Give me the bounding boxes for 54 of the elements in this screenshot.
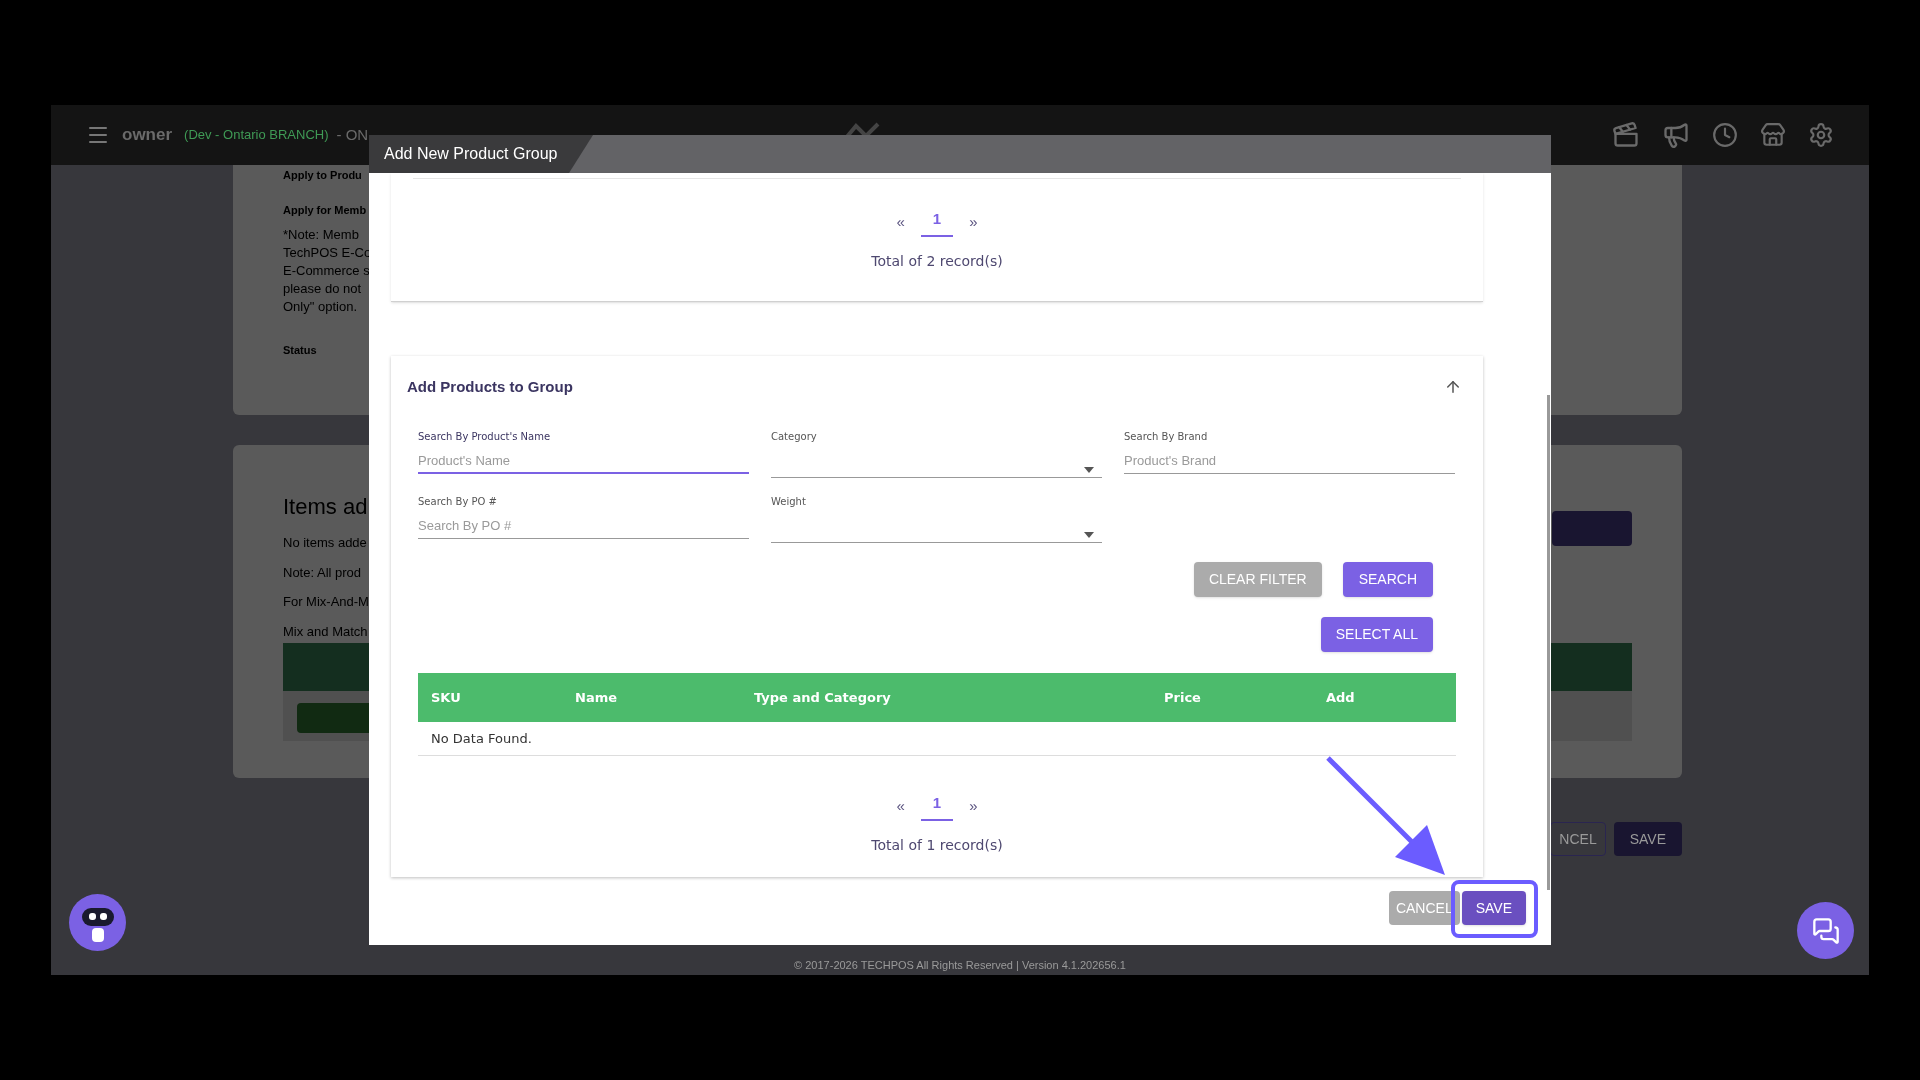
note-text: Only" option. (283, 298, 357, 316)
search-field[interactable]: Product's Name (418, 448, 749, 474)
footer-text: © 2017-2026 TECHPOS All Rights Reserved | Version 4.1.202656.1 (793, 957, 1127, 973)
note-text: E-Commerce s (283, 262, 370, 280)
previous-page-link[interactable]: « (892, 795, 909, 818)
clear-filter-button[interactable]: CLEAR FILTER (1193, 562, 1322, 597)
megaphone-icon[interactable] (1662, 121, 1690, 149)
dropdown-caret-icon (1084, 532, 1094, 538)
note-text: Note: All prod (283, 563, 362, 582)
cancel-button[interactable]: CANCEL (1388, 891, 1460, 925)
column-header: Name (575, 689, 617, 707)
column-header: Price (1164, 689, 1201, 707)
search-field[interactable]: Product's Brand (1124, 448, 1455, 474)
next-page-link[interactable]: » (965, 211, 982, 234)
status-label: - ON (336, 124, 369, 145)
page-number[interactable]: 1 (920, 208, 954, 237)
empty-table-message: No Data Found. (431, 729, 532, 748)
field-label: Category (771, 430, 818, 444)
clock-icon[interactable] (1712, 122, 1738, 148)
column-header: SKU (431, 689, 461, 707)
note-text: No items adde (283, 534, 367, 552)
note-text: Mix and Match (283, 622, 368, 641)
save-button[interactable]: SAVE (1461, 891, 1526, 925)
page-number[interactable]: 1 (920, 792, 954, 821)
note-text: please do not (283, 280, 362, 298)
record-count: Total of 1 record(s) (871, 835, 1003, 855)
user-name: owner (122, 124, 173, 147)
note-text: *Note: Memb (283, 226, 359, 244)
previous-page-link[interactable]: « (892, 211, 909, 234)
dropdown-caret-icon (1084, 467, 1094, 473)
store-icon[interactable] (1760, 122, 1786, 148)
clapperboard-icon[interactable] (1612, 121, 1640, 149)
section-title: Add Products to Group (407, 376, 573, 397)
background-button[interactable]: SAVE (1613, 822, 1682, 856)
section-heading: Items ad (283, 493, 368, 521)
option-label: Apply for Memb (283, 202, 367, 218)
record-count: Total of 2 record(s) (871, 251, 1003, 271)
settings-icon[interactable] (1808, 122, 1834, 148)
option-label: Status (283, 343, 317, 358)
select-all-button[interactable]: SELECT ALL (1320, 617, 1433, 652)
field-label: Weight (771, 495, 807, 509)
note-text: For Mix-And-M (283, 593, 369, 611)
field-label: Search By Product's Name (418, 430, 552, 444)
next-page-link[interactable]: » (965, 795, 982, 818)
scrollbar-thumb[interactable] (1547, 395, 1550, 890)
search-field[interactable]: Search By PO # (418, 513, 749, 539)
search-button[interactable]: SEARCH (1342, 562, 1433, 597)
column-header: Add (1326, 689, 1355, 707)
option-label: Apply to Produ (283, 168, 362, 183)
field-label: Search By Brand (1124, 430, 1209, 444)
column-header: Type and Category (754, 689, 891, 707)
branch-label: (Dev - Ontario BRANCH) (184, 126, 329, 145)
field-label: Search By PO # (418, 495, 498, 509)
chat-icon (1811, 916, 1840, 945)
